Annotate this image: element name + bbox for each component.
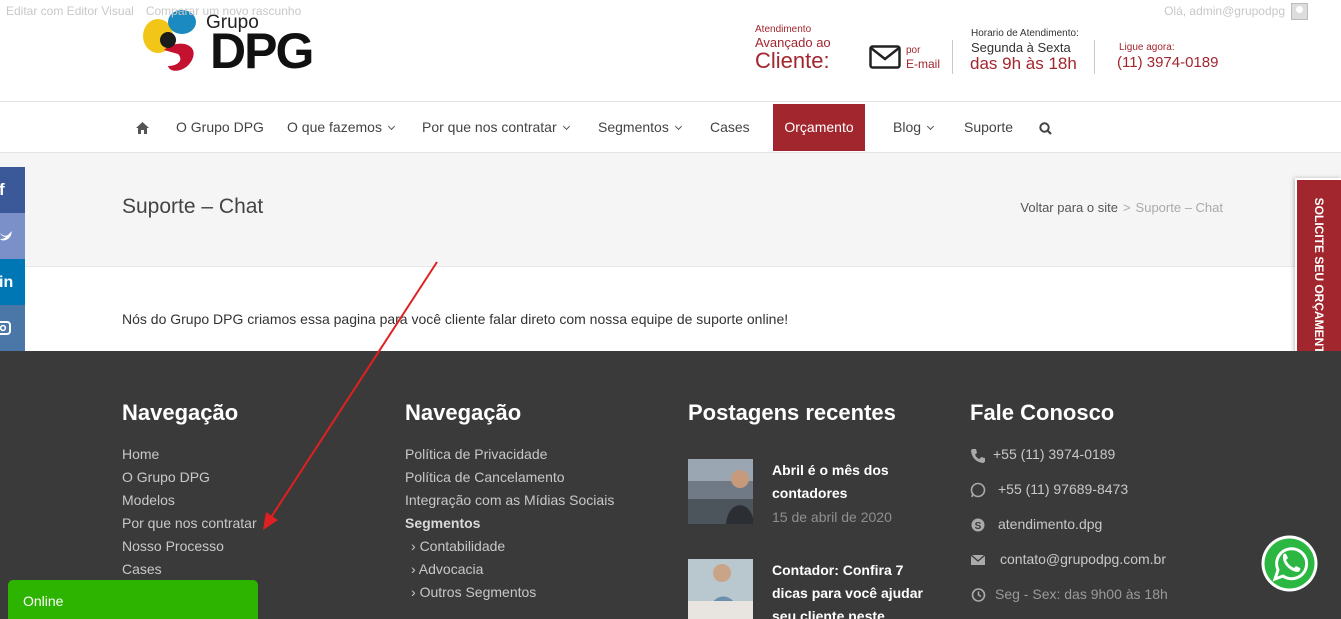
nav-grupo-dpg[interactable]: O Grupo DPG (176, 102, 264, 152)
contact-skype[interactable]: atendimento.dpg (998, 516, 1102, 532)
footer-link[interactable]: Cases (122, 561, 162, 577)
admin-bar: Editar com Editor Visual Comparar um nov… (0, 0, 1341, 24)
whatsapp-float-icon[interactable] (1261, 535, 1318, 592)
home-icon[interactable] (136, 102, 149, 152)
mail-icon (970, 554, 986, 565)
chevron-down-icon (562, 122, 570, 131)
footer-sublink[interactable]: › Advocacia (411, 561, 483, 577)
nav-cases[interactable]: Cases (710, 102, 750, 152)
phone-icon (971, 449, 985, 463)
post-title[interactable]: Abril é o mês dos contadores (772, 459, 942, 505)
ligue-phone[interactable]: (11) 3974-0189 (1117, 54, 1218, 71)
email-link[interactable]: E-mail (906, 57, 940, 71)
skype-icon: S (971, 518, 985, 532)
atendimento-title: Cliente: (755, 48, 830, 73)
contact-hours: Seg - Sex: das 9h00 às 18h (995, 586, 1168, 602)
chevron-right-icon: › (411, 584, 420, 600)
post-thumbnail[interactable] (688, 459, 753, 524)
email-por-label: por (906, 45, 921, 56)
avatar[interactable] (1291, 3, 1308, 20)
svg-text:S: S (975, 521, 982, 532)
chat-online-widget[interactable]: Online (8, 580, 258, 619)
envelope-icon[interactable] (869, 45, 901, 69)
breadcrumb-current: Suporte – Chat (1135, 200, 1223, 215)
post-thumbnail[interactable] (688, 559, 753, 619)
contact-phone[interactable]: +55 (11) 3974-0189 (993, 446, 1115, 462)
contact-email[interactable]: contato@grupodpg.com.br (1000, 551, 1166, 567)
nav-blog[interactable]: Blog (893, 102, 935, 152)
logo-text-dpg: DPG (210, 23, 314, 79)
linkedin-icon[interactable]: in (0, 259, 25, 305)
chevron-right-icon: › (411, 561, 419, 577)
chevron-right-icon: › (411, 538, 420, 554)
breadcrumb-home-link[interactable]: Voltar para o site (1020, 200, 1118, 215)
intro-text: Nós do Grupo DPG criamos essa pagina par… (122, 311, 789, 327)
admin-user-greeting[interactable]: Olá, admin@grupodpg (1164, 4, 1285, 18)
footer-link[interactable]: O Grupo DPG (122, 469, 210, 485)
chevron-down-icon (674, 122, 682, 131)
post-date: 15 de abril de 2020 (772, 509, 892, 525)
header-divider (1094, 40, 1095, 74)
footer-link[interactable]: Política de Cancelamento (405, 469, 565, 485)
footer-link[interactable]: Integração com as Mídias Sociais (405, 492, 614, 508)
instagram-icon[interactable] (0, 305, 25, 351)
post-title[interactable]: Contador: Confira 7 dicas para você ajud… (772, 559, 942, 619)
edit-visual-link[interactable]: Editar com Editor Visual (6, 4, 134, 18)
horario-hours: das 9h às 18h (970, 54, 1077, 73)
header-divider (952, 40, 953, 74)
footer-sublink[interactable]: › Outros Segmentos (411, 584, 536, 600)
breadcrumb: Voltar para o site > Suporte – Chat (1020, 200, 1223, 215)
whatsapp-icon (970, 482, 986, 498)
twitter-icon[interactable] (0, 213, 25, 259)
footer-link[interactable]: Por que nos contratar (122, 515, 257, 531)
nav-por-que[interactable]: Por que nos contratar (422, 102, 570, 152)
search-icon[interactable] (1039, 102, 1052, 152)
nav-suporte[interactable]: Suporte (964, 102, 1013, 152)
footer-sublink[interactable]: › Contabilidade (411, 538, 505, 554)
footer-link[interactable]: Política de Privacidade (405, 446, 547, 462)
chevron-down-icon (387, 122, 395, 131)
chevron-down-icon (926, 122, 935, 131)
main-nav: O Grupo DPG O que fazemos Por que nos co… (0, 101, 1341, 153)
atendimento-label: Atendimento (755, 24, 812, 35)
new-draft-link[interactable]: Comparar um novo rascunho (146, 4, 301, 18)
footer-link[interactable]: Modelos (122, 492, 175, 508)
page-title: Suporte – Chat (122, 195, 264, 218)
footer-col3-title: Postagens recentes (688, 400, 896, 425)
horario-days: Segunda à Sexta (971, 40, 1071, 55)
nav-orcamento-button[interactable]: Orçamento (773, 104, 865, 151)
footer-link[interactable]: Home (122, 446, 159, 462)
horario-label: Horario de Atendimento: (971, 28, 1079, 39)
nav-o-que-fazemos[interactable]: O que fazemos (287, 102, 395, 152)
footer-col2-title: Navegação (405, 400, 522, 425)
clock-history-icon (971, 588, 986, 602)
nav-segmentos[interactable]: Segmentos (598, 102, 682, 152)
contact-whatsapp[interactable]: +55 (11) 97689-8473 (998, 481, 1128, 497)
footer-col1-title: Navegação (122, 400, 239, 425)
site-footer: Navegação Home O Grupo DPG Modelos Por q… (0, 351, 1341, 619)
footer-link[interactable]: Nosso Processo (122, 538, 224, 554)
facebook-icon[interactable]: f (0, 167, 25, 213)
page-title-band: Suporte – Chat Voltar para o site > Suport… (0, 153, 1341, 267)
footer-segmentos-heading[interactable]: Segmentos (405, 515, 480, 531)
footer-col4-title: Fale Conosco (970, 400, 1115, 425)
ligue-label: Ligue agora: (1119, 42, 1175, 53)
